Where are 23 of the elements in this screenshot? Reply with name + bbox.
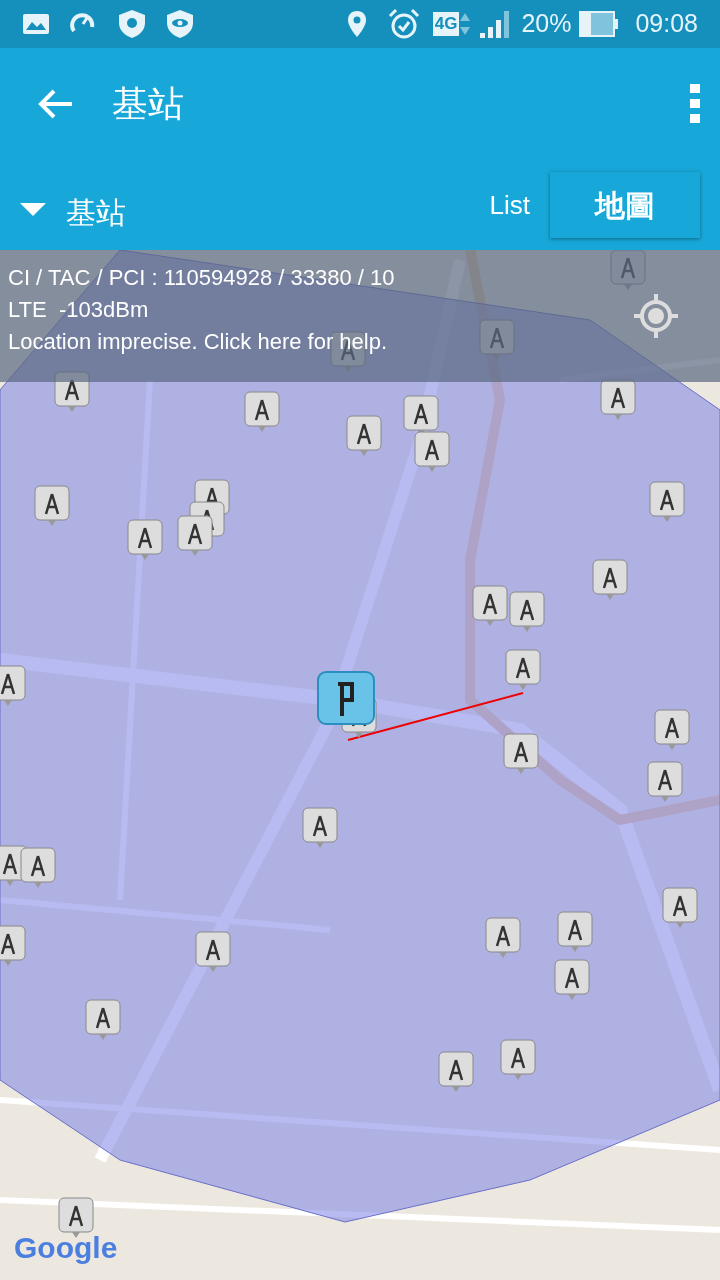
category-dropdown[interactable]: 基站	[0, 185, 126, 235]
cell-info-text: LTE -103dBm	[8, 296, 149, 324]
info-panel[interactable]: CI / TAC / PCI : 110594928 / 33380 / 10 LTE -103dBm Location imprecise. Click here for help.	[0, 250, 720, 382]
view-tab[interactable]: List	[469, 172, 550, 238]
shield-icon	[118, 9, 146, 39]
clock: 09:08	[635, 8, 698, 40]
data-arrows-icon	[459, 11, 472, 37]
battery-icon	[579, 11, 620, 37]
help-link-text[interactable]: Location imprecise. Click here for help.	[8, 326, 388, 358]
location-pin-icon	[346, 10, 367, 38]
shield-icon	[166, 9, 194, 39]
back-arrow-icon	[38, 88, 74, 120]
map-attribution: Google	[14, 1230, 118, 1266]
network-type-badge: 4G	[432, 12, 460, 36]
alarm-clock-icon	[386, 8, 421, 40]
cell-info-text: CI / TAC / PCI : 110594928 / 33380 / 10	[8, 264, 395, 292]
screen-title: 基站	[112, 82, 184, 126]
menu-icon	[690, 84, 700, 124]
crosshair-icon	[632, 292, 680, 340]
battery-percent: 20%	[521, 8, 572, 40]
dropdown-triangle-icon	[20, 203, 46, 217]
image-icon	[22, 13, 50, 35]
view-tab[interactable]: 地圖	[550, 172, 700, 238]
